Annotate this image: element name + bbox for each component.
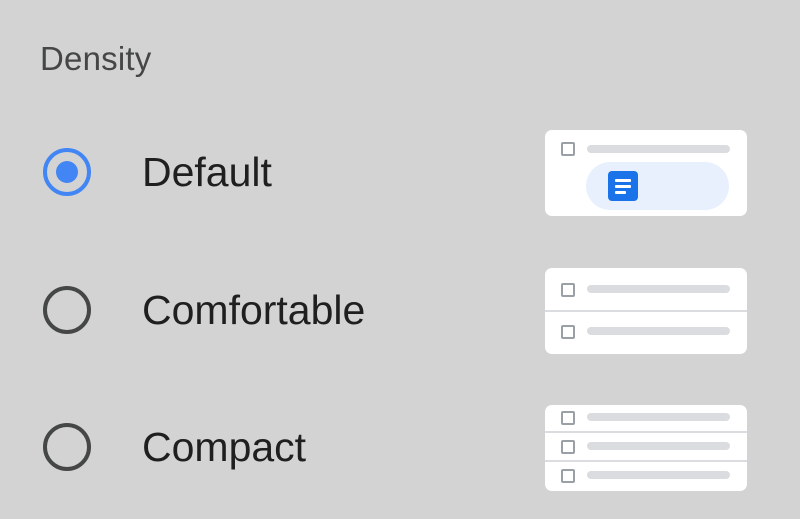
radio-comfortable[interactable] <box>43 286 91 334</box>
preview-checkbox-icon <box>561 440 575 454</box>
default-preview-icon <box>545 130 747 216</box>
density-option-label: Default <box>142 149 272 195</box>
density-section-title: Density <box>40 40 152 77</box>
density-option-label: Comfortable <box>142 287 366 333</box>
density-option-comfortable[interactable]: Comfortable <box>0 260 800 360</box>
document-icon <box>608 171 638 201</box>
preview-checkbox-icon <box>561 469 575 483</box>
preview-line <box>587 442 730 450</box>
preview-line <box>587 327 730 335</box>
density-option-default[interactable]: Default <box>0 122 800 222</box>
radio-selected-dot <box>56 161 78 183</box>
preview-line <box>587 471 730 479</box>
preview-line <box>587 413 730 421</box>
preview-attachment-chip <box>586 162 729 210</box>
preview-divider <box>545 431 747 433</box>
density-option-compact[interactable]: Compact <box>0 397 800 497</box>
preview-divider <box>545 460 747 462</box>
radio-default-selected[interactable] <box>43 148 91 196</box>
density-option-label: Compact <box>142 424 307 470</box>
preview-checkbox-icon <box>561 283 575 297</box>
preview-checkbox-icon <box>561 411 575 425</box>
preview-checkbox-icon <box>561 142 575 156</box>
preview-line <box>587 285 730 293</box>
comfortable-preview-icon <box>545 268 747 354</box>
preview-divider <box>545 310 747 312</box>
preview-line <box>587 145 730 153</box>
compact-preview-icon <box>545 405 747 491</box>
radio-compact[interactable] <box>43 423 91 471</box>
preview-checkbox-icon <box>561 325 575 339</box>
